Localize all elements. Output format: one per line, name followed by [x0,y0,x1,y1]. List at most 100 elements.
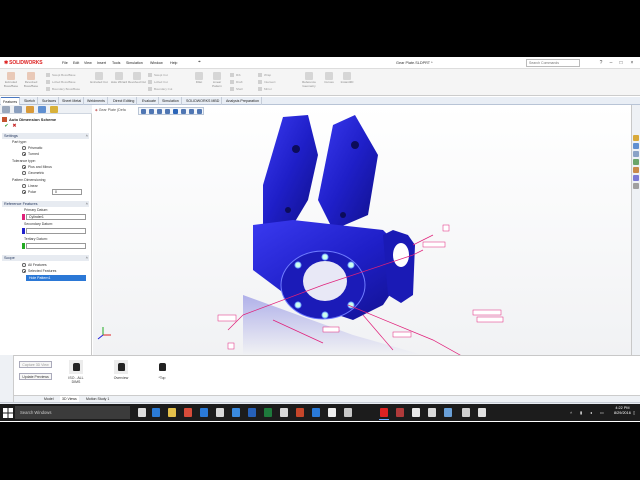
keyboard-icon[interactable]: ▭ [600,410,605,415]
menu-help[interactable]: Help [170,61,177,65]
windows-start-icon[interactable] [3,408,13,418]
mirror-button[interactable]: Mirror [258,87,272,91]
swept-cut-button[interactable]: Swept Cut [148,73,168,77]
primary-datum-field[interactable]: Cylinder1 [26,214,86,220]
radio-prismatic[interactable] [22,146,26,150]
file-explorer-icon[interactable] [168,408,176,417]
app-icon[interactable] [200,408,208,417]
radio-polar[interactable] [22,190,26,194]
display-manager-tab-icon[interactable] [50,106,58,113]
system-clock[interactable]: 4:22 PM 8/29/2016 [614,406,631,416]
app-icon[interactable] [216,408,224,417]
chrome-icon[interactable] [184,408,192,417]
draft-button[interactable]: Draft [230,80,243,84]
solidworks-taskbar-icon[interactable] [379,408,389,420]
radio-linear[interactable] [22,184,26,188]
feature-tree-tab-icon[interactable] [2,106,10,113]
app-icon[interactable] [232,408,240,417]
pattern-hole-marker[interactable] [347,261,355,269]
lofted-cut-button[interactable]: Lofted Cut [148,80,168,84]
taskbar-search-input[interactable]: Search Windows [15,406,130,419]
graphics-area[interactable]: ◆ Gear Plate (Defa [93,105,631,355]
pattern-hole-marker[interactable] [294,261,302,269]
reference-geometry-button[interactable]: Reference Geometry [300,72,318,88]
menu-edit[interactable]: Edit [73,61,79,65]
file-explorer-icon[interactable] [633,159,639,165]
view-tile-overview[interactable]: Overview [109,360,133,380]
app-icon[interactable] [444,408,452,417]
revolved-boss-button[interactable]: Revolved Boss/Base [22,72,40,88]
pattern-hole-marker[interactable] [294,301,302,309]
tab-analysis-preparation[interactable]: Analysis Preparation [224,97,262,105]
dimxpert-manager-tab-icon[interactable] [38,106,46,113]
app-icon[interactable] [328,408,336,417]
wrap-button[interactable]: Wrap [258,73,271,77]
view-tile-iso[interactable]: ISO - ALL DIMS [64,360,88,384]
tertiary-datum-field[interactable] [26,243,86,249]
capture-3d-view-button[interactable]: Capture 3D View [19,361,52,368]
menu-file[interactable]: File [62,61,68,65]
app-icon[interactable] [312,408,320,417]
update-previews-button[interactable]: Update Previews [19,373,52,380]
powerpoint-icon[interactable] [296,408,304,417]
edge-browser-icon[interactable] [152,408,160,417]
boundary-cut-button[interactable]: Boundary Cut [148,87,172,91]
menu-window[interactable]: Window [150,61,163,65]
intersect-button[interactable]: Intersect [258,80,276,84]
help-icon[interactable]: ? [598,60,604,66]
tab-surfaces[interactable]: Surfaces [40,97,60,105]
resources-icon[interactable] [633,143,639,149]
pattern-hole-marker[interactable] [321,311,329,319]
cancel-x-icon[interactable]: ✖ [12,124,17,129]
lofted-boss-button[interactable]: Lofted Boss/Base [46,80,76,84]
radio-geometric[interactable] [22,171,26,175]
view-tile-top[interactable]: *Top [150,360,174,380]
reference-features-header[interactable]: Reference Features ˄ [2,201,89,207]
app-icon[interactable] [344,408,352,417]
secondary-datum-field[interactable] [26,228,86,234]
app-icon[interactable] [280,408,288,417]
tab-direct-editing[interactable]: Direct Editing [111,97,138,105]
tab-simulation[interactable]: Simulation [160,97,182,105]
app-icon[interactable] [412,408,420,417]
radio-turned[interactable] [22,152,26,156]
restore-icon[interactable]: □ [618,60,624,66]
appearances-icon[interactable] [633,175,639,181]
ok-check-icon[interactable]: ✔ [4,124,9,129]
view-palette-icon[interactable] [633,167,639,173]
acrobat-icon[interactable] [396,408,404,417]
scope-selection-field[interactable]: Hole Pattern1 [26,275,86,281]
linear-pattern-button[interactable]: Linear Pattern [208,72,226,88]
excel-icon[interactable] [264,408,272,417]
word-icon[interactable] [248,408,256,417]
menu-view[interactable]: View [84,61,92,65]
instant3d-button[interactable]: Instant3D [338,72,356,85]
tab-sketch[interactable]: Sketch [22,97,38,105]
collapse-chevron-icon[interactable]: ˄ [86,133,88,139]
polar-count-spinbox[interactable]: 0 [52,189,82,195]
menu-tools[interactable]: Tools [112,61,120,65]
collapse-chevron-icon[interactable]: ˄ [86,255,88,261]
shell-button[interactable]: Shell [230,87,243,91]
design-library-icon[interactable] [633,151,639,157]
minimize-icon[interactable]: – [608,60,614,66]
extruded-boss-button[interactable]: Extruded Boss/Base [2,72,20,88]
scope-section-header[interactable]: Scope ˄ [2,255,89,261]
property-manager-tab-icon[interactable] [14,106,22,113]
app-icon[interactable] [478,408,486,417]
action-center-icon[interactable]: ▯ [633,410,638,415]
pin-icon[interactable]: ⌖ [198,60,203,65]
tab-features[interactable]: Features [1,97,21,105]
tab-weldments[interactable]: Weldments [85,97,108,105]
pattern-hole-marker[interactable] [321,253,329,261]
search-commands-input[interactable]: Search Commands [526,59,580,67]
task-view-icon[interactable] [138,408,146,417]
tray-chevron-icon[interactable]: ˄ [570,410,575,415]
custom-properties-icon[interactable] [633,183,639,189]
tab-sheet-metal[interactable]: Sheet Metal [60,97,85,105]
curves-button[interactable]: Curves [320,72,338,85]
configuration-manager-tab-icon[interactable] [26,106,34,113]
close-icon[interactable]: × [629,60,635,66]
app-icon[interactable] [428,408,436,417]
volume-icon[interactable]: ◂ [590,410,595,415]
